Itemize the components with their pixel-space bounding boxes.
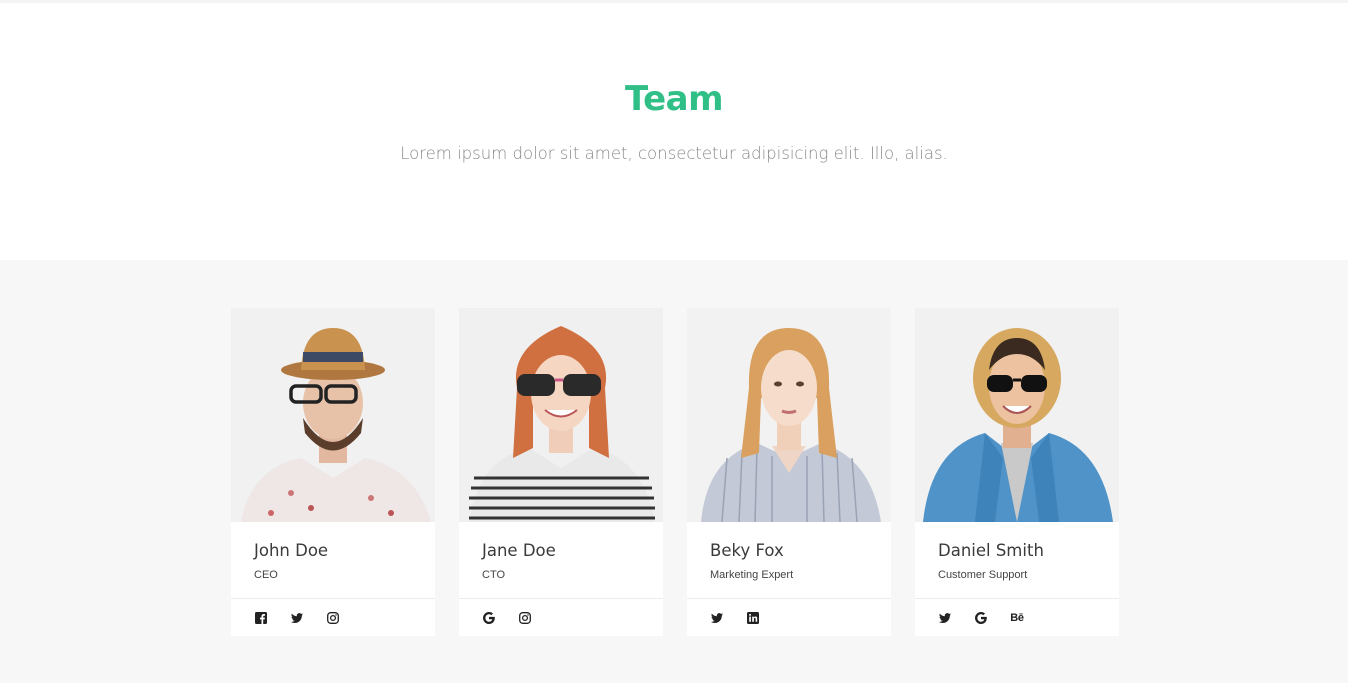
social-links: [459, 599, 663, 636]
member-photo: [459, 308, 663, 522]
member-name: Daniel Smith: [938, 541, 1044, 560]
member-info: Jane Doe CTO: [459, 522, 663, 598]
member-role: CTO: [482, 569, 506, 581]
team-cards: John Doe CEO Jane Doe CTO Beky Fox Marke…: [231, 308, 1119, 636]
twitter-icon[interactable]: [290, 611, 304, 625]
twitter-icon[interactable]: [710, 611, 724, 625]
member-name: Jane Doe: [482, 541, 556, 560]
team-card: Jane Doe CTO: [459, 308, 663, 636]
instagram-icon[interactable]: [326, 611, 340, 625]
member-photo: [231, 308, 435, 522]
google-icon[interactable]: [482, 611, 496, 625]
behance-icon[interactable]: Bē: [1010, 611, 1024, 625]
member-photo: [687, 308, 891, 522]
page-title: Team: [624, 79, 724, 119]
instagram-icon[interactable]: [518, 611, 532, 625]
google-icon[interactable]: [974, 611, 988, 625]
member-photo-image: [915, 308, 1119, 522]
facebook-icon[interactable]: [254, 611, 268, 625]
member-role: Marketing Expert: [710, 569, 794, 581]
member-role: Customer Support: [938, 569, 1028, 581]
member-photo-image: [231, 308, 435, 522]
member-name: John Doe: [254, 541, 329, 560]
member-info: John Doe CEO: [231, 522, 435, 598]
member-photo: [915, 308, 1119, 522]
linkedin-icon[interactable]: [746, 611, 760, 625]
team-section: John Doe CEO Jane Doe CTO Beky Fox Marke…: [0, 260, 1348, 683]
team-header: Team Lorem ipsum dolor sit amet, consect…: [0, 3, 1348, 260]
member-photo-image: [459, 308, 663, 522]
social-links: [231, 599, 435, 636]
team-card: John Doe CEO: [231, 308, 435, 636]
member-role: CEO: [254, 569, 278, 581]
twitter-icon[interactable]: [938, 611, 952, 625]
page-subtitle: Lorem ipsum dolor sit amet, consectetur …: [400, 144, 948, 163]
member-photo-image: [687, 308, 891, 522]
team-card: Beky Fox Marketing Expert: [687, 308, 891, 636]
social-links: [687, 599, 891, 636]
team-card: Daniel Smith Customer Support Bē: [915, 308, 1119, 636]
member-info: Beky Fox Marketing Expert: [687, 522, 891, 598]
social-links: Bē: [915, 599, 1119, 636]
member-name: Beky Fox: [710, 541, 784, 560]
member-info: Daniel Smith Customer Support: [915, 522, 1119, 598]
